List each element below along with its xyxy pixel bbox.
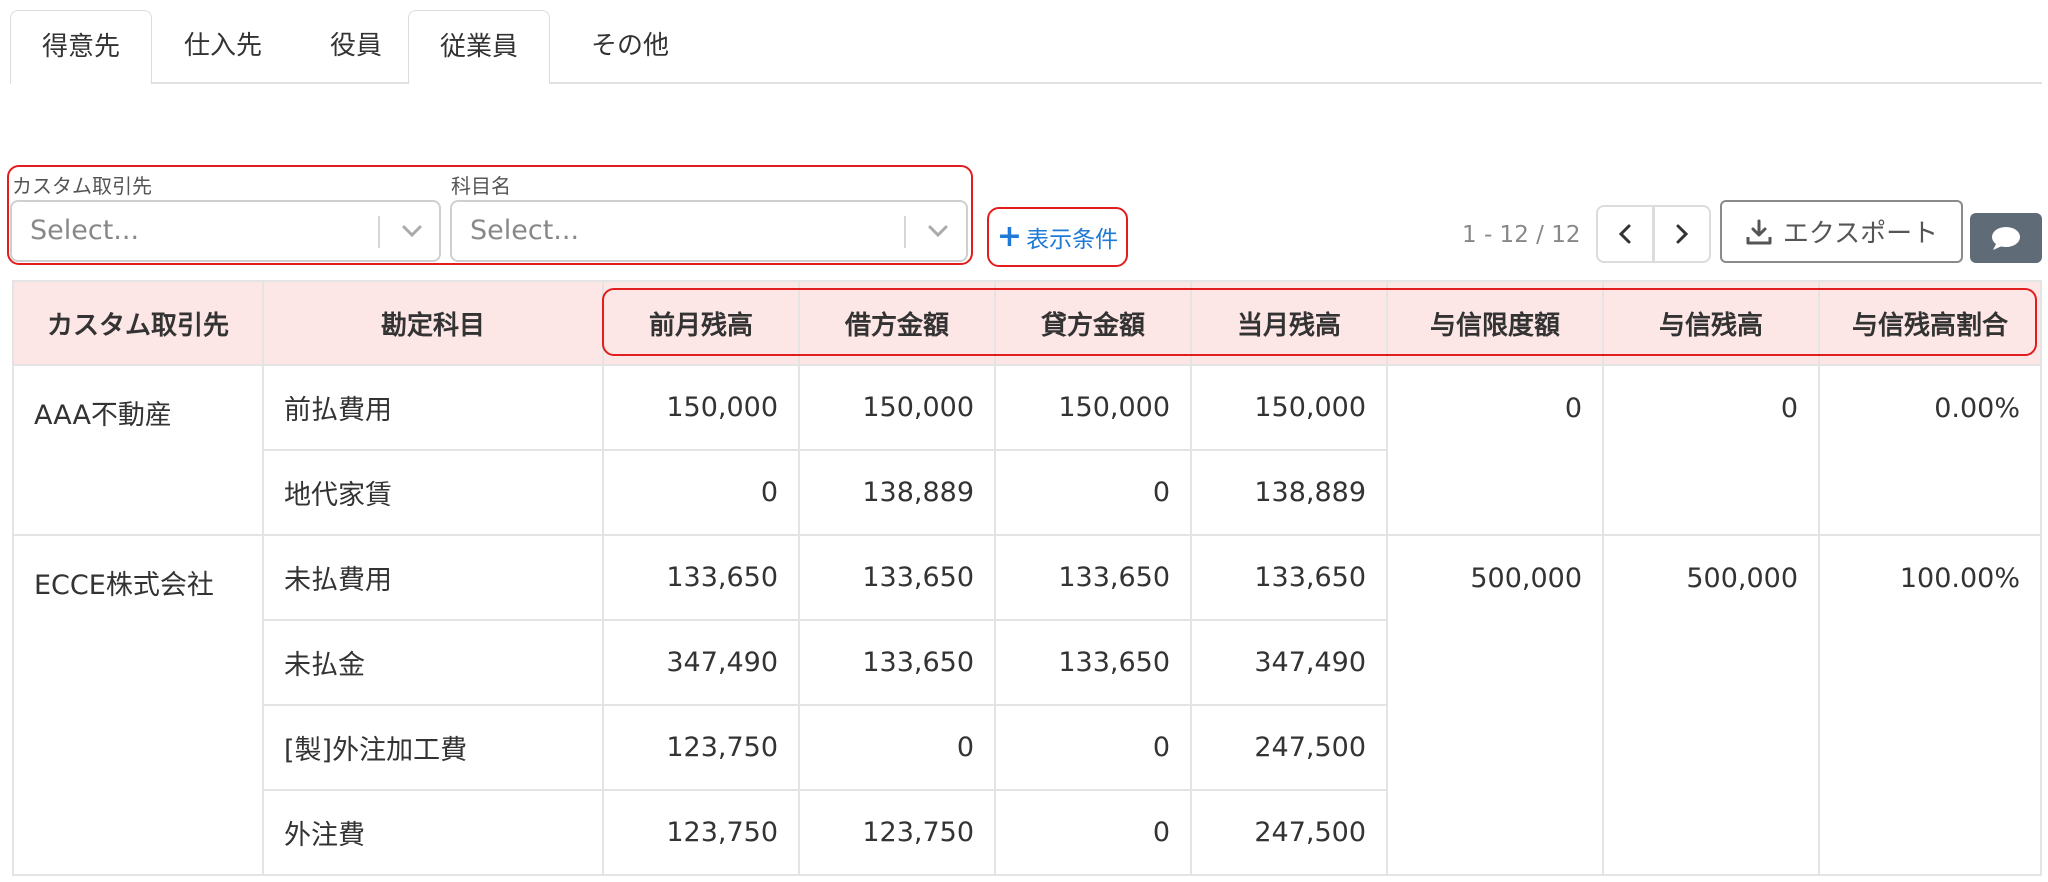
partner-cell: ECCE株式会社	[12, 534, 264, 876]
current-balance-cell: 150,000	[1190, 364, 1388, 451]
current-balance-cell: 347,490	[1190, 619, 1388, 706]
credit-ratio-cell: 100.00%	[1818, 534, 2042, 876]
plus-icon: +	[996, 219, 1023, 254]
debit-cell: 133,650	[798, 534, 996, 621]
current-balance-cell: 138,889	[1190, 449, 1388, 536]
credit-cell: 133,650	[994, 534, 1192, 621]
credit-cell: 133,650	[994, 619, 1192, 706]
credit-cell: 0	[994, 704, 1192, 791]
account-cell: 前払費用	[262, 364, 604, 451]
comment-button[interactable]	[1970, 213, 2042, 263]
col-header-current-balance[interactable]: 当月残高	[1190, 280, 1388, 366]
col-header-credit-balance[interactable]: 与信残高	[1602, 280, 1820, 366]
display-conditions-button[interactable]: + 表示条件	[987, 207, 1128, 267]
prev-balance-cell: 123,750	[602, 704, 800, 791]
partner-select[interactable]: Select...	[10, 200, 441, 262]
prev-page-button[interactable]	[1596, 205, 1654, 263]
col-header-partner[interactable]: カスタム取引先	[12, 280, 264, 366]
export-button[interactable]: エクスポート	[1720, 200, 1963, 263]
display-conditions-label: 表示条件	[1026, 227, 1119, 253]
credit-limit-cell: 0	[1386, 364, 1604, 536]
prev-balance-cell: 150,000	[602, 364, 800, 451]
tab-employees[interactable]: 従業員	[408, 10, 550, 84]
account-cell: 外注費	[262, 789, 604, 876]
debit-cell: 133,650	[798, 619, 996, 706]
credit-balance-cell: 0	[1602, 364, 1820, 536]
current-balance-cell: 133,650	[1190, 534, 1388, 621]
prev-balance-cell: 133,650	[602, 534, 800, 621]
col-header-prev-balance[interactable]: 前月残高	[602, 280, 800, 366]
next-page-button[interactable]	[1653, 205, 1711, 263]
tab-other[interactable]: その他	[550, 10, 710, 82]
chevron-down-icon[interactable]	[918, 202, 958, 260]
table-header-row: カスタム取引先 勘定科目 前月残高 借方金額 貸方金額 当月残高 与信限度額 与…	[12, 280, 2042, 366]
prev-balance-cell: 0	[602, 449, 800, 536]
balance-table: カスタム取引先 勘定科目 前月残高 借方金額 貸方金額 当月残高 与信限度額 与…	[12, 280, 2042, 876]
credit-ratio-cell: 0.00%	[1818, 364, 2042, 536]
credit-limit-cell: 500,000	[1386, 534, 1604, 876]
chevron-right-icon	[1676, 224, 1689, 244]
tab-suppliers[interactable]: 仕入先	[152, 10, 294, 82]
account-cell: 未払金	[262, 619, 604, 706]
col-header-debit[interactable]: 借方金額	[798, 280, 996, 366]
partner-filter-label: カスタム取引先	[12, 174, 152, 198]
col-header-account[interactable]: 勘定科目	[262, 280, 604, 366]
account-cell: [製]外注加工費	[262, 704, 604, 791]
chevron-left-icon	[1618, 224, 1631, 244]
debit-cell: 150,000	[798, 364, 996, 451]
col-header-credit-ratio[interactable]: 与信残高割合	[1818, 280, 2042, 366]
partner-cell: AAA不動産	[12, 364, 264, 536]
credit-cell: 150,000	[994, 364, 1192, 451]
prev-balance-cell: 347,490	[602, 619, 800, 706]
partner-select-placeholder: Select...	[30, 215, 140, 246]
select-separator	[378, 216, 380, 248]
account-cell: 地代家賃	[262, 449, 604, 536]
prev-balance-cell: 123,750	[602, 789, 800, 876]
current-balance-cell: 247,500	[1190, 704, 1388, 791]
account-filter-label: 科目名	[451, 174, 511, 198]
chevron-down-icon[interactable]	[392, 202, 432, 260]
debit-cell: 123,750	[798, 789, 996, 876]
download-icon	[1746, 219, 1772, 244]
account-select[interactable]: Select...	[450, 200, 968, 262]
tab-customers[interactable]: 得意先	[10, 10, 152, 84]
debit-cell: 138,889	[798, 449, 996, 536]
account-select-placeholder: Select...	[470, 215, 580, 246]
credit-cell: 0	[994, 789, 1192, 876]
pagination-range: 1 - 12 / 12	[1462, 222, 1581, 248]
select-separator	[904, 216, 906, 248]
debit-cell: 0	[798, 704, 996, 791]
comment-icon	[1992, 227, 2020, 250]
credit-cell: 0	[994, 449, 1192, 536]
tab-bar: 得意先 仕入先 役員 従業員 その他	[10, 10, 2042, 84]
tab-officers[interactable]: 役員	[294, 10, 418, 82]
col-header-credit[interactable]: 貸方金額	[994, 280, 1192, 366]
table-row: ECCE株式会社 未払費用 133,650 133,650 133,650 13…	[12, 534, 2042, 876]
col-header-credit-limit[interactable]: 与信限度額	[1386, 280, 1604, 366]
table-row: AAA不動産 前払費用 150,000 150,000 150,000 150,…	[12, 364, 2042, 536]
export-label: エクスポート	[1782, 219, 1939, 249]
account-cell: 未払費用	[262, 534, 604, 621]
current-balance-cell: 247,500	[1190, 789, 1388, 876]
credit-balance-cell: 500,000	[1602, 534, 1820, 876]
